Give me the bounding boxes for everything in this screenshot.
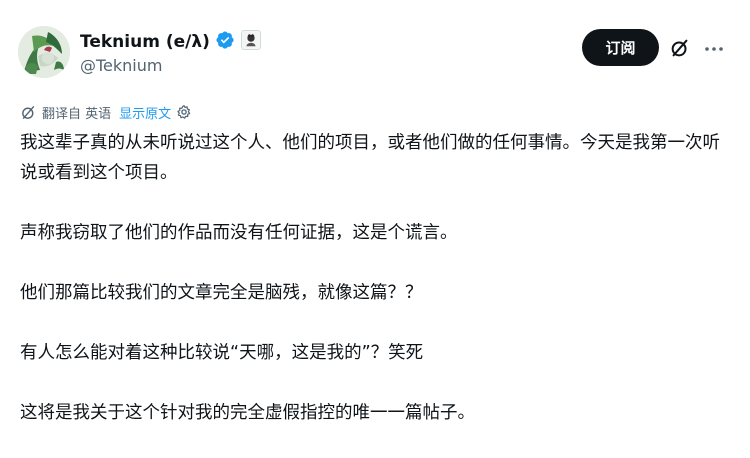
tweet-text: 我这辈子真的从未听说过这个人、他们的项目，或者他们做的任何事情。今天是我第一次听… bbox=[20, 128, 735, 458]
tweet-paragraph: 我这辈子真的从未听说过这个人、他们的项目，或者他们做的任何事情。今天是我第一次听… bbox=[20, 133, 720, 183]
translate-icon bbox=[20, 104, 37, 121]
gear-icon[interactable] bbox=[176, 104, 192, 120]
tweet-paragraph: 有人怎么能对着这种比较说“天哪，这是我的”？笑死 bbox=[20, 343, 424, 363]
tweet-paragraph: 他们那篇比较我们的文章完全是脑残，就像这篇？？ bbox=[20, 283, 423, 303]
author-block: Teknium (e/λ) @Teknium bbox=[80, 30, 261, 77]
tweet-paragraph: 声称我窃取了他们的作品而没有任何证据，这是个谎言。 bbox=[20, 223, 458, 243]
subscribe-button[interactable]: 订阅 bbox=[582, 29, 659, 66]
show-original-link[interactable]: 显示原文 bbox=[119, 103, 171, 122]
avatar[interactable] bbox=[18, 26, 70, 78]
translation-bar: 翻译自 英语 显示原文 bbox=[20, 102, 192, 122]
verified-badge-icon[interactable] bbox=[210, 30, 235, 54]
affiliate-badge-icon[interactable] bbox=[235, 30, 261, 54]
tweet-paragraph: 这将是我关于这个针对我的完全虚假指控的唯一一篇帖子。 bbox=[20, 403, 475, 423]
handle[interactable]: @Teknium bbox=[80, 55, 261, 77]
display-name[interactable]: Teknium (e/λ) bbox=[80, 30, 210, 54]
translation-label: 翻译自 英语 bbox=[42, 106, 112, 122]
